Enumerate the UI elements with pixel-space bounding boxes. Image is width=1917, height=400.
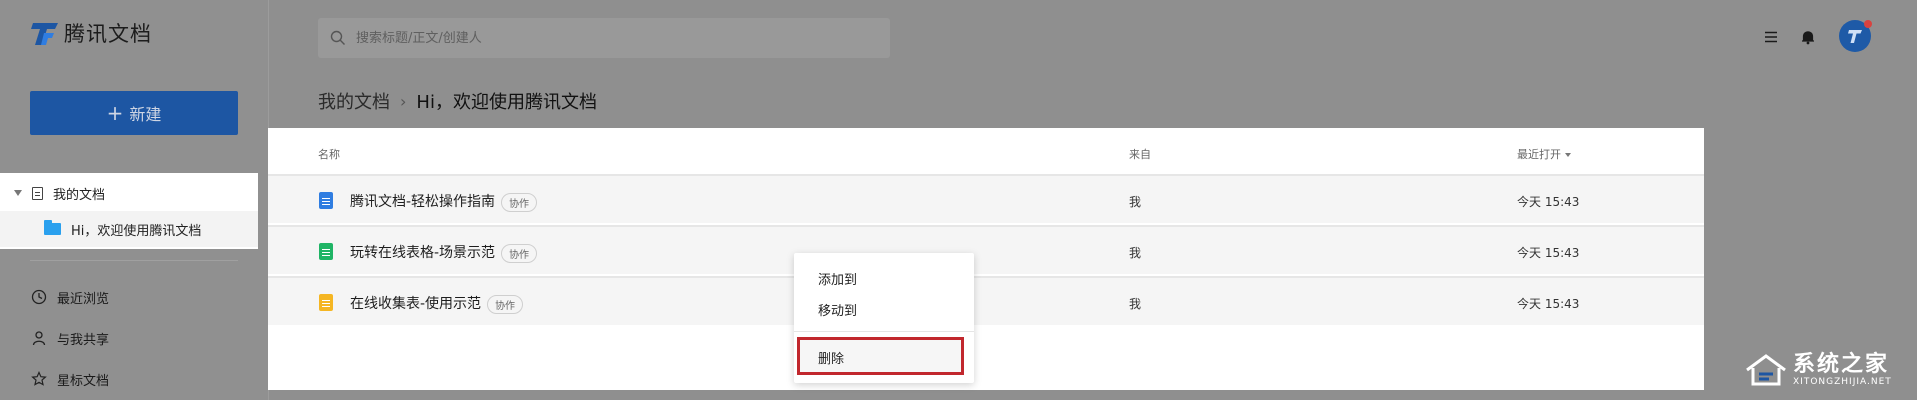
menu-item-delete[interactable]: 删除 bbox=[818, 348, 844, 367]
bell-icon[interactable] bbox=[1798, 27, 1818, 47]
column-header-name[interactable]: 名称 bbox=[318, 146, 340, 162]
user-icon bbox=[30, 329, 48, 347]
app-logo[interactable]: 腾讯文档 bbox=[30, 18, 152, 48]
file-name: 在线收集表-使用示范 协作 bbox=[350, 293, 524, 314]
list-header: 名称 来自 最近打开 bbox=[268, 128, 1704, 174]
menu-item-move-to[interactable]: 移动到 bbox=[818, 300, 857, 319]
folder-tree: 我的文档 Hi，欢迎使用腾讯文档 bbox=[0, 173, 258, 249]
file-row[interactable]: 玩转在线表格-场景示范 协作 我 今天 15:43 bbox=[268, 225, 1704, 274]
tree-item-my-docs[interactable]: 我的文档 bbox=[0, 175, 258, 211]
menu-icon[interactable] bbox=[1761, 27, 1781, 47]
search-input[interactable] bbox=[354, 29, 878, 47]
breadcrumb-root[interactable]: 我的文档 bbox=[318, 88, 390, 114]
user-avatar[interactable] bbox=[1839, 20, 1872, 52]
file-time: 今天 15:43 bbox=[1517, 246, 1580, 260]
file-name-text: 在线收集表-使用示范 bbox=[350, 296, 482, 312]
menu-item-add-to[interactable]: 添加到 bbox=[818, 269, 857, 288]
sidebar-divider bbox=[30, 260, 238, 261]
file-list-panel: 名称 来自 最近打开 腾讯文档-轻松操作指南 协作 我 今天 15:43 玩转在线… bbox=[268, 128, 1704, 390]
file-owner: 我 bbox=[1129, 246, 1142, 260]
file-name: 腾讯文档-轻松操作指南 协作 bbox=[350, 191, 538, 212]
column-header-source[interactable]: 来自 bbox=[1129, 146, 1151, 162]
document-icon bbox=[32, 186, 43, 200]
sort-caret-icon bbox=[1565, 153, 1571, 157]
column-header-recent-label: 最近打开 bbox=[1517, 148, 1561, 161]
context-menu: 添加到 移动到 删除 bbox=[794, 253, 974, 383]
star-icon bbox=[30, 370, 48, 388]
collab-badge: 协作 bbox=[501, 192, 538, 212]
sheet-icon bbox=[319, 243, 333, 260]
collab-badge: 协作 bbox=[501, 243, 538, 263]
avatar-logo-icon bbox=[1848, 30, 1862, 43]
watermark-en: XITONGZHIJIA.NET bbox=[1793, 377, 1892, 387]
file-row[interactable]: 在线收集表-使用示范 协作 我 今天 15:43 bbox=[268, 276, 1704, 325]
file-time: 今天 15:43 bbox=[1517, 195, 1580, 209]
sidebar: 腾讯文档 + 新建 我的文档 Hi，欢迎使用腾讯文档 最近浏览 与我共享 星标文… bbox=[0, 0, 269, 400]
sidebar-item-label: 最近浏览 bbox=[57, 291, 110, 307]
menu-divider bbox=[794, 331, 974, 332]
plus-icon: + bbox=[106, 101, 124, 125]
clock-icon bbox=[30, 288, 48, 306]
breadcrumb-current: Hi，欢迎使用腾讯文档 bbox=[416, 92, 597, 113]
tencent-docs-logo-icon bbox=[31, 23, 58, 45]
notification-dot bbox=[1864, 20, 1872, 28]
file-owner: 我 bbox=[1129, 297, 1142, 311]
search-icon bbox=[330, 30, 345, 45]
file-time: 今天 15:43 bbox=[1517, 297, 1580, 311]
app-name: 腾讯文档 bbox=[64, 22, 152, 46]
folder-icon bbox=[44, 220, 61, 235]
sidebar-item-starred[interactable]: 星标文档 bbox=[30, 367, 109, 391]
tree-item-label: 我的文档 bbox=[53, 187, 106, 203]
chevron-right-icon: › bbox=[400, 91, 407, 111]
collab-badge: 协作 bbox=[487, 294, 524, 314]
file-owner: 我 bbox=[1129, 195, 1142, 209]
watermark-text: 系统之家 XITONGZHIJIA.NET bbox=[1793, 352, 1892, 388]
house-logo-icon bbox=[1746, 354, 1786, 386]
doc-icon bbox=[319, 192, 333, 209]
new-button[interactable]: + 新建 bbox=[30, 91, 238, 135]
file-name-text: 玩转在线表格-场景示范 bbox=[350, 245, 496, 261]
new-button-label: 新建 bbox=[129, 105, 162, 124]
watermark-cn: 系统之家 bbox=[1793, 352, 1890, 377]
form-icon bbox=[319, 294, 333, 311]
column-header-recent[interactable]: 最近打开 bbox=[1517, 146, 1571, 162]
file-name: 玩转在线表格-场景示范 协作 bbox=[350, 242, 538, 263]
tree-item-label: Hi，欢迎使用腾讯文档 bbox=[71, 223, 202, 239]
file-name-text: 腾讯文档-轻松操作指南 bbox=[350, 194, 496, 210]
sidebar-item-recent[interactable]: 最近浏览 bbox=[30, 285, 109, 309]
file-row[interactable]: 腾讯文档-轻松操作指南 协作 我 今天 15:43 bbox=[268, 174, 1704, 223]
sidebar-item-shared[interactable]: 与我共享 bbox=[30, 326, 109, 350]
tree-item-welcome-folder[interactable]: Hi，欢迎使用腾讯文档 bbox=[0, 211, 258, 247]
breadcrumb: 我的文档 › Hi，欢迎使用腾讯文档 bbox=[318, 88, 597, 114]
search-box[interactable] bbox=[318, 18, 890, 58]
caret-down-icon[interactable] bbox=[14, 190, 22, 196]
sidebar-item-label: 星标文档 bbox=[57, 373, 110, 389]
watermark: 系统之家 XITONGZHIJIA.NET bbox=[1745, 346, 1892, 394]
sidebar-item-label: 与我共享 bbox=[57, 332, 110, 348]
